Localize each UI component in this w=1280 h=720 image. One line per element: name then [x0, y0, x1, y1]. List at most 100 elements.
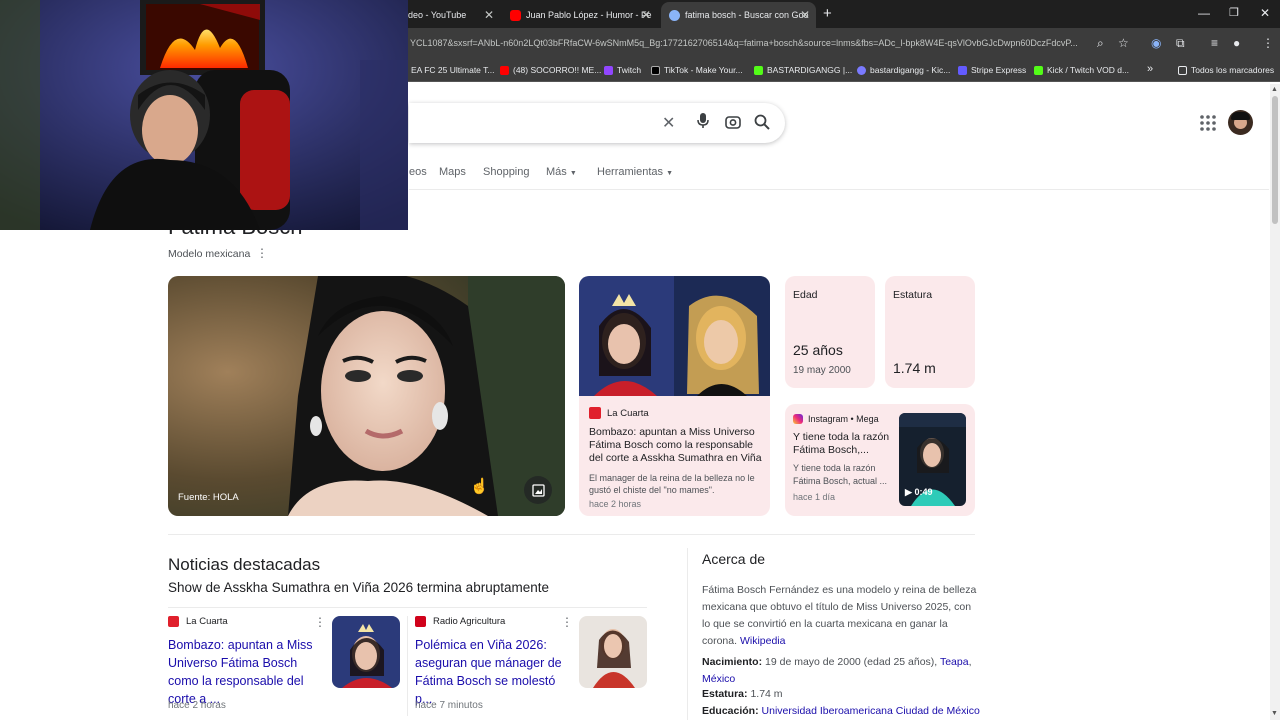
news-item-title[interactable]: Polémica en Viña 2026: aseguran que mána… — [415, 636, 573, 708]
news-item-time: hace 2 horas — [168, 700, 226, 711]
news-item-title[interactable]: Bombazo: apuntan a Miss Universo Fátima … — [168, 636, 326, 708]
zoom-icon[interactable]: ⌕ — [1097, 36, 1104, 51]
scroll-up-icon[interactable]: ▲ — [1271, 86, 1278, 93]
news-item-time: hace 7 minutos — [415, 700, 483, 711]
news-item[interactable]: La Cuarta ⋮ Bombazo: apuntan a Miss Univ… — [168, 615, 402, 716]
close-window-icon[interactable]: ✕ — [1260, 6, 1270, 20]
stripe-icon — [958, 65, 967, 75]
bookmark-item[interactable]: Kick / Twitch VOD d... — [1034, 65, 1129, 75]
apps-grid-icon[interactable] — [1200, 115, 1216, 136]
about-height: Estatura: 1.74 m — [702, 688, 783, 700]
height-label: Estatura — [893, 289, 933, 301]
scroll-down-icon[interactable]: ▼ — [1271, 710, 1278, 717]
tab-juan-pablo-title: Juan Pablo López - Humor - Fe — [526, 10, 652, 20]
bookmark-star-icon[interactable]: ☆ — [1118, 36, 1129, 50]
account-avatar[interactable] — [1228, 110, 1253, 135]
search-box[interactable]: ✕ — [409, 103, 785, 143]
twitch-icon — [604, 65, 613, 75]
news-item-thumbnail — [579, 616, 647, 688]
more-options-icon[interactable]: ⋮ — [314, 615, 326, 629]
tab-more[interactable]: Más ▼ — [546, 166, 577, 178]
country-link[interactable]: México — [702, 673, 735, 685]
height-card[interactable]: Estatura 1.74 m — [885, 276, 975, 388]
caret-down-icon: ▼ — [569, 170, 577, 177]
webcam-overlay — [0, 0, 408, 230]
wikipedia-link[interactable]: Wikipedia — [740, 635, 786, 647]
news-item[interactable]: Radio Agricultura ⋮ Polémica en Viña 202… — [415, 615, 649, 716]
tab-youtube[interactable]: deo - YouTube ✕ — [400, 2, 500, 28]
more-options-icon[interactable]: ⋮ — [561, 615, 573, 629]
news-item-thumbnail — [332, 616, 400, 688]
close-icon[interactable]: ✕ — [800, 8, 810, 22]
bookmark-item[interactable]: bastardigangg - Kic... — [857, 65, 950, 75]
la-cuarta-logo-icon — [589, 407, 601, 419]
kick-vod-icon — [1034, 65, 1043, 75]
clear-search-icon[interactable]: ✕ — [662, 113, 675, 133]
search-icon[interactable] — [754, 114, 770, 135]
portrait-photo — [168, 276, 565, 516]
tab-google-search[interactable]: fatima bosch - Buscar con Goo ✕ — [661, 2, 816, 28]
tab-shopping[interactable]: Shopping — [483, 166, 530, 178]
entity-subtitle: Modelo mexicana — [168, 248, 251, 260]
news-card-time: hace 2 horas — [589, 499, 642, 509]
video-card[interactable]: Instagram • Mega Y tiene toda la razón F… — [785, 404, 975, 516]
news-divider — [168, 607, 647, 608]
google-icon — [669, 9, 680, 21]
bookmark-item[interactable]: EA FC 25 Ultimate T... — [411, 65, 494, 75]
video-card-source: Instagram • Mega — [793, 414, 879, 424]
video-card-time: hace 1 día — [793, 492, 836, 502]
bookmark-item[interactable]: Stripe Express — [958, 65, 1026, 75]
education-link[interactable]: Universidad Iberoamericana Ciudad de Méx… — [762, 705, 980, 717]
profile-avatar-icon[interactable]: ● — [1233, 36, 1240, 50]
video-thumbnail[interactable]: ▶ 0:49 — [899, 413, 966, 506]
bookmark-item[interactable]: (48) SOCORRO!! ME... — [500, 65, 601, 75]
instagram-icon — [793, 414, 803, 424]
new-tab-button[interactable]: + — [823, 5, 832, 22]
more-options-icon[interactable]: ⋮ — [256, 246, 268, 260]
image-gallery-button[interactable] — [524, 476, 552, 504]
extensions-puzzle-icon[interactable]: ⧉ — [1176, 36, 1185, 51]
extension-icon[interactable]: ◉ — [1151, 36, 1161, 50]
tab-juan-pablo[interactable]: Juan Pablo López - Humor - Fe ✕ — [502, 2, 657, 28]
tab-google-title: fatima bosch - Buscar con Goo — [685, 10, 809, 20]
video-duration: ▶ 0:49 — [905, 487, 933, 497]
about-divider — [687, 548, 688, 720]
streamer-camera-image — [0, 0, 408, 230]
birthplace-link[interactable]: Teapa — [940, 656, 969, 668]
scrollbar-thumb[interactable] — [1272, 96, 1278, 224]
camera-lens-icon[interactable] — [725, 114, 741, 135]
news-card[interactable]: La Cuarta Bombazo: apuntan a Miss Univer… — [579, 276, 770, 516]
youtube-icon — [500, 65, 509, 75]
close-icon[interactable]: ✕ — [641, 8, 651, 22]
section-divider — [168, 534, 975, 535]
all-bookmarks-button[interactable]: Todos los marcadores — [1178, 65, 1274, 75]
microphone-icon[interactable] — [696, 112, 710, 135]
bookmark-item[interactable]: TikTok - Make Your... — [651, 65, 743, 75]
tab-tools[interactable]: Herramientas ▼ — [597, 166, 673, 178]
media-icon[interactable]: ≡ — [1211, 36, 1218, 50]
entity-main-image[interactable]: Fuente: HOLA — [168, 276, 565, 516]
top-news-story[interactable]: Show de Asskha Sumathra en Viña 2026 ter… — [168, 580, 549, 595]
menu-dots-icon[interactable]: ⋮ — [1262, 36, 1274, 50]
bookmark-item[interactable]: Twitch — [604, 65, 641, 75]
about-heading: Acerca de — [702, 551, 766, 567]
url-field[interactable]: YCL1087&sxsrf=ANbL-n60n2LQt03bFRfaCW-6wS… — [410, 38, 1090, 48]
bookmark-item[interactable]: BASTARDIGANGG |... — [754, 65, 852, 75]
age-card[interactable]: Edad 25 años 19 may 2000 — [785, 276, 875, 388]
about-birth: Nacimiento: 19 de mayo de 2000 (edad 25 … — [702, 656, 972, 685]
top-news-heading: Noticias destacadas — [168, 555, 321, 574]
maximize-icon[interactable]: ❐ — [1229, 6, 1239, 19]
age-value: 25 años — [793, 342, 843, 358]
kick-icon — [754, 65, 763, 75]
news-card-snippet: El manager de la reina de la belleza no … — [589, 473, 755, 495]
tab-videos[interactable]: eos — [409, 166, 427, 178]
video-card-title[interactable]: Y tiene toda la razón Fátima Bosch,... — [793, 431, 899, 457]
tab-youtube-title: deo - YouTube — [408, 10, 467, 20]
minimize-icon[interactable]: — — [1198, 6, 1210, 20]
close-icon[interactable]: ✕ — [484, 8, 494, 22]
age-label: Edad — [793, 289, 818, 301]
news-card-title[interactable]: Bombazo: apuntan a Miss Universo Fátima … — [589, 426, 763, 465]
tab-maps[interactable]: Maps — [439, 166, 466, 178]
bookmarks-more-button[interactable]: » — [1147, 63, 1153, 75]
kick-profile-icon — [857, 65, 866, 75]
